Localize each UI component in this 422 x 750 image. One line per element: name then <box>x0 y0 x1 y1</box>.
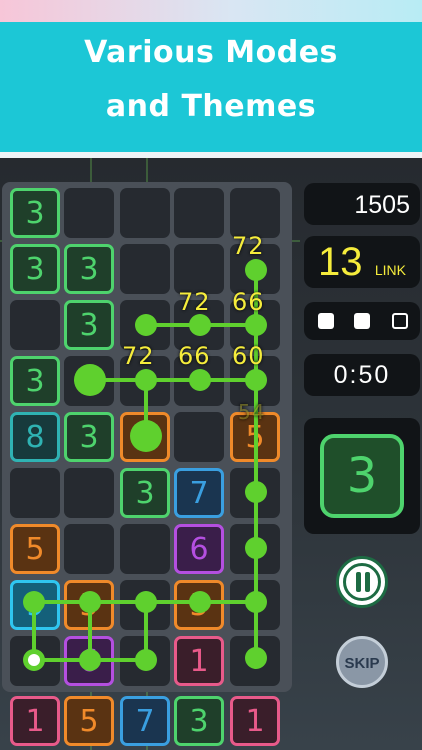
skip-button[interactable]: SKIP <box>336 636 388 688</box>
tile-number: 6 <box>79 643 99 679</box>
tile-number: 3 <box>25 363 45 399</box>
promo-banner: Various Modes and Themes <box>0 22 422 152</box>
empty-cell <box>120 580 170 630</box>
board-tile[interactable]: 5 <box>64 580 114 630</box>
empty-cell <box>10 468 60 518</box>
board-tile[interactable]: 6 <box>174 524 224 574</box>
empty-cell <box>10 300 60 350</box>
link-label: LINK <box>374 262 406 278</box>
tile-number: 1 <box>189 643 209 679</box>
empty-cell <box>120 244 170 294</box>
tile-number: 7 <box>189 475 209 511</box>
bottom-preview-tile[interactable]: 7 <box>120 696 170 746</box>
link-count: 13 <box>318 240 363 284</box>
chain-label: 72 <box>232 232 265 260</box>
bottom-preview-tile[interactable]: 3 <box>174 696 224 746</box>
tile-number: 3 <box>79 419 99 455</box>
tile-number: 3 <box>25 251 45 287</box>
empty-cell <box>64 356 114 406</box>
empty-cell <box>120 636 170 686</box>
board-tile[interactable]: 9 <box>10 580 60 630</box>
timer-value: 0:50 <box>333 361 391 389</box>
chain-label: 72 <box>178 288 211 316</box>
empty-cell <box>64 468 114 518</box>
board-tile[interactable]: 7 <box>174 468 224 518</box>
board-tile[interactable]: 6 <box>64 636 114 686</box>
empty-cell <box>64 524 114 574</box>
board-tile[interactable]: 5 <box>120 412 170 462</box>
tile-number: 9 <box>25 587 45 623</box>
banner-title-line-1: Various Modes <box>84 35 338 70</box>
life-indicator-filled <box>354 313 370 329</box>
next-tile-panel: 3 <box>304 418 420 534</box>
lives-panel <box>304 302 420 340</box>
life-indicator-filled <box>318 313 334 329</box>
empty-cell <box>120 524 170 574</box>
board-tile[interactable]: 3 <box>64 244 114 294</box>
empty-cell <box>230 468 280 518</box>
tile-number: 3 <box>135 475 155 511</box>
empty-cell <box>230 636 280 686</box>
tile-number: 5 <box>79 587 99 623</box>
tile-number: 8 <box>25 419 45 455</box>
empty-cell <box>174 412 224 462</box>
pause-icon <box>356 572 361 592</box>
board-tile[interactable]: 3 <box>10 356 60 406</box>
tile-number: 5 <box>25 531 45 567</box>
board-tile[interactable]: 5 <box>10 524 60 574</box>
empty-cell <box>174 244 224 294</box>
board-tile[interactable]: 8 <box>10 412 60 462</box>
bottom-preview-tile[interactable]: 1 <box>10 696 60 746</box>
board-tile[interactable]: 3 <box>120 468 170 518</box>
tile-number: 3 <box>79 307 99 343</box>
tile-number: 1 <box>245 703 265 739</box>
chain-label: 72 <box>122 342 155 370</box>
board-tile[interactable]: 5 <box>174 580 224 630</box>
board-tile[interactable]: 3 <box>10 188 60 238</box>
tile-number: 5 <box>79 703 99 739</box>
board-tile[interactable]: 3 <box>10 244 60 294</box>
timer-panel: 0:50 <box>304 354 420 396</box>
life-indicator-empty <box>392 313 408 329</box>
chain-label: 60 <box>232 342 265 370</box>
score-panel: 1505 <box>304 183 420 225</box>
empty-cell <box>174 188 224 238</box>
empty-cell <box>230 580 280 630</box>
empty-cell <box>10 636 60 686</box>
chain-label-faded: 54 <box>238 400 266 424</box>
next-tile-number: 3 <box>346 448 378 504</box>
board-tile[interactable]: 3 <box>64 300 114 350</box>
empty-cell <box>230 188 280 238</box>
board-tile[interactable]: 1 <box>174 636 224 686</box>
tile-number: 7 <box>135 703 155 739</box>
tile-number: 3 <box>25 195 45 231</box>
bottom-preview-tile[interactable]: 5 <box>64 696 114 746</box>
pause-icon-bar <box>365 572 370 592</box>
empty-cell <box>230 524 280 574</box>
tile-number: 3 <box>189 703 209 739</box>
empty-cell <box>120 188 170 238</box>
link-panel: 13 LINK <box>304 236 420 288</box>
tile-number: 5 <box>135 419 155 455</box>
banner-title-line-2: and Themes <box>105 89 317 124</box>
skip-label: SKIP <box>344 655 380 672</box>
chain-label: 66 <box>178 342 211 370</box>
tile-number: 1 <box>25 703 45 739</box>
board-tile[interactable]: 3 <box>64 412 114 462</box>
tile-number: 5 <box>189 587 209 623</box>
tile-number: 3 <box>79 251 99 287</box>
chain-label: 66 <box>232 288 265 316</box>
empty-cell <box>64 188 114 238</box>
bottom-preview-tile[interactable]: 1 <box>230 696 280 746</box>
pause-button[interactable] <box>336 556 388 608</box>
score-value: 1505 <box>354 191 410 219</box>
tile-number: 6 <box>189 531 209 567</box>
next-tile: 3 <box>320 434 404 518</box>
pause-ring <box>343 563 381 601</box>
